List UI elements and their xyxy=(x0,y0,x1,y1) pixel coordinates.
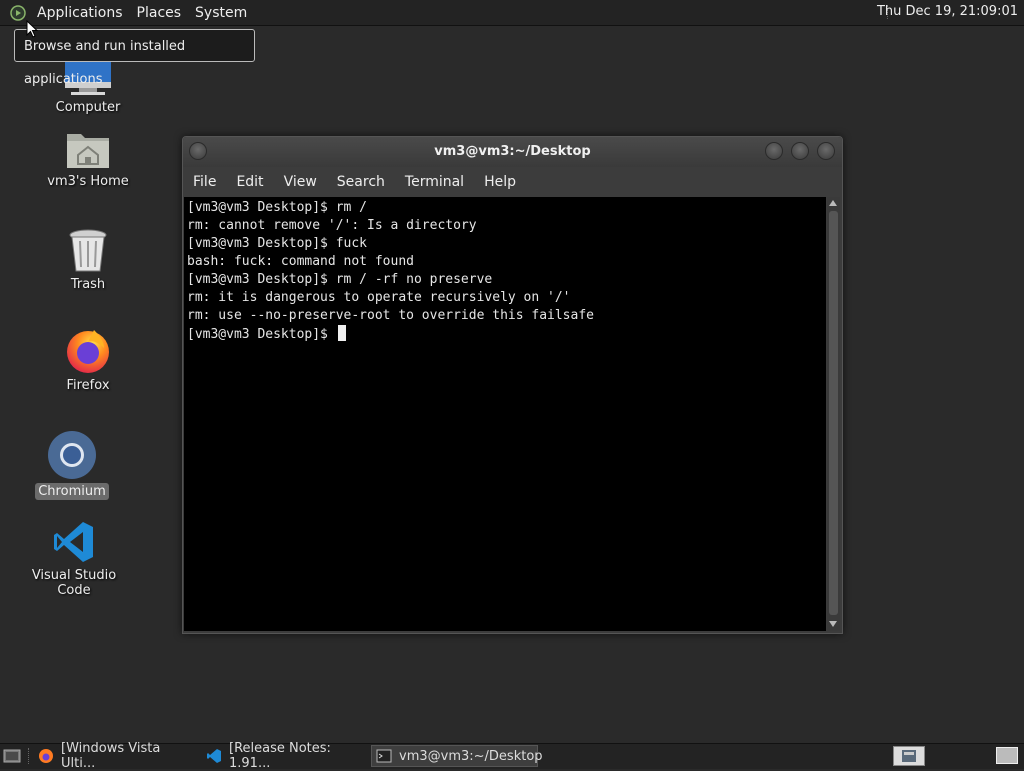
window-title: vm3@vm3:~/Desktop xyxy=(434,144,591,159)
menu-view[interactable]: View xyxy=(274,174,327,190)
menu-file[interactable]: File xyxy=(183,174,226,190)
terminal-line: rm: use --no-preserve-root to override t… xyxy=(187,308,594,323)
menu-help[interactable]: Help xyxy=(474,174,526,190)
terminal-prompt: [vm3@vm3 Desktop]$ xyxy=(187,327,336,342)
close-button[interactable] xyxy=(817,142,835,160)
desktop-icon-label: Trash xyxy=(70,277,106,292)
desktop-icon-chromium[interactable]: Chromium xyxy=(32,430,112,500)
desktop-icon-label: Chromium xyxy=(35,483,109,500)
applications-menu-icon[interactable] xyxy=(10,4,26,21)
desktop-icon-label: vm3's Home xyxy=(47,174,129,189)
terminal-menubar: File Edit View Search Terminal Help xyxy=(183,168,842,196)
show-desktop-icon[interactable] xyxy=(3,748,21,764)
desktop-icon-vscode[interactable]: Visual Studio Code xyxy=(14,520,134,598)
chromium-icon xyxy=(48,431,96,479)
terminal-titlebar[interactable]: vm3@vm3:~/Desktop xyxy=(183,137,842,167)
home-folder-icon xyxy=(67,134,109,168)
scroll-down-icon[interactable] xyxy=(829,621,837,627)
scrollbar-thumb[interactable] xyxy=(829,211,838,615)
terminal-line: rm: it is dangerous to operate recursive… xyxy=(187,290,571,305)
menu-terminal[interactable]: Terminal xyxy=(395,174,474,190)
mouse-cursor-icon xyxy=(26,20,38,38)
terminal-window[interactable]: vm3@vm3:~/Desktop File Edit View Search … xyxy=(182,136,843,634)
desktop-icon-label: Computer xyxy=(55,100,121,115)
clock[interactable]: Thu Dec 19, 21:09:01 xyxy=(877,4,1018,19)
terminal-line: [vm3@vm3 Desktop]$ fuck xyxy=(187,236,368,251)
desktop-icon-label: Firefox xyxy=(66,378,110,393)
applications-tooltip: Browse and run installed applications xyxy=(14,29,255,87)
terminal-line: [vm3@vm3 Desktop]$ rm / -rf no preserve xyxy=(187,272,493,287)
taskbar-item-label: vm3@vm3:~/Desktop xyxy=(399,748,543,764)
menu-system[interactable]: System xyxy=(188,5,254,21)
top-panel: Applications Places System Thu Dec 19, 2… xyxy=(0,0,1024,26)
firefox-icon xyxy=(39,749,53,763)
desktop-icon-label: Visual Studio Code xyxy=(31,568,117,598)
menu-search[interactable]: Search xyxy=(327,174,395,190)
terminal-icon xyxy=(376,749,392,763)
maximize-button[interactable] xyxy=(791,142,809,160)
panel-separator xyxy=(28,748,29,764)
terminal-output[interactable]: [vm3@vm3 Desktop]$ rm / rm: cannot remov… xyxy=(184,197,826,631)
desktop-icon-trash[interactable]: Trash xyxy=(48,229,128,292)
terminal-line: [vm3@vm3 Desktop]$ rm / xyxy=(187,200,368,215)
taskbar-item-label: [Release Notes: 1.91... xyxy=(229,741,331,771)
bottom-panel: [Windows Vista Ulti... [Release Notes: 1… xyxy=(0,741,1024,771)
scroll-up-icon[interactable] xyxy=(829,200,837,206)
minimize-button[interactable] xyxy=(765,142,783,160)
taskbar-item-label: [Windows Vista Ulti... xyxy=(61,741,161,771)
vscode-icon xyxy=(207,749,221,763)
desktop-icon-home[interactable]: vm3's Home xyxy=(40,128,136,189)
terminal-line: rm: cannot remove '/': Is a directory xyxy=(187,218,477,233)
trash-icon xyxy=(69,229,107,272)
desktop-icon-firefox[interactable]: Firefox xyxy=(48,326,128,393)
workspace-2[interactable] xyxy=(996,747,1018,764)
text-cursor xyxy=(337,325,346,341)
terminal-line: bash: fuck: command not found xyxy=(187,254,414,269)
menu-applications[interactable]: Applications xyxy=(30,5,130,21)
menu-edit[interactable]: Edit xyxy=(226,174,273,190)
firefox-icon xyxy=(67,330,109,373)
taskbar-item-vscode[interactable]: [Release Notes: 1.91... xyxy=(202,741,368,771)
vscode-icon xyxy=(54,522,93,562)
workspace-icon xyxy=(902,750,916,762)
workspace-switcher[interactable] xyxy=(893,746,925,766)
menu-places[interactable]: Places xyxy=(130,5,189,21)
taskbar-item-firefox[interactable]: [Windows Vista Ulti... xyxy=(34,741,198,771)
taskbar-item-terminal[interactable]: vm3@vm3:~/Desktop xyxy=(371,745,543,767)
terminal-scrollbar[interactable] xyxy=(827,197,840,631)
